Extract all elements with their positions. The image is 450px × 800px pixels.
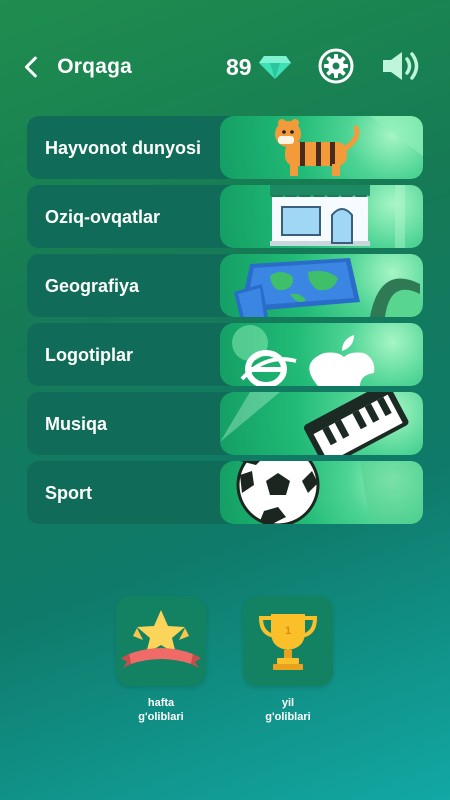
settings-button[interactable] [318,48,354,84]
yearly-winners-tile: 1 [243,596,333,686]
category-hayvonot-dunyosi[interactable]: Hayvonot dunyosi [27,116,423,179]
gear-icon [318,48,354,84]
sound-toggle[interactable] [380,48,422,84]
category-label: Logotiplar [45,344,133,365]
awards-section: hafta g'oliblari 1 yil g'oliblari [0,596,450,736]
svg-text:1: 1 [285,625,291,637]
speaker-icon [383,52,419,80]
coin-count: 89 [226,53,252,80]
category-label: Oziq-ovqatlar [45,206,161,227]
category-label: Geografiya [45,275,140,296]
label-line: g'oliblari [265,711,311,723]
category-oziq-ovqatlar[interactable]: Oziq-ovqatlar [27,185,423,248]
label-line: hafta [147,697,175,709]
star-ribbon-icon [121,610,201,668]
category-geografiya[interactable]: Geografiya [27,254,423,317]
diamond-icon [258,56,291,79]
category-list: Hayvonot dunyosi Oziq-ovqatlar Geografiy… [27,116,423,530]
back-button[interactable]: Orqaga [22,50,132,84]
shop-icon [220,185,423,248]
category-logotiplar[interactable]: Logotiplar [27,323,423,386]
top-bar: Orqaga 89 [0,0,450,130]
soccer-ball-icon [220,461,423,524]
back-arrow-icon [24,56,37,78]
label-line: yil [281,697,295,709]
trophy-icon: 1 [258,614,318,670]
label-line: g'oliblari [138,711,184,723]
map-icon [220,254,423,317]
weekly-winners-button[interactable]: hafta g'oliblari [116,596,206,724]
tiger-icon [220,116,423,179]
back-label: Orqaga [57,55,132,78]
category-musiqa[interactable]: Musiqa [27,392,423,455]
yearly-winners-button[interactable]: 1 yil g'oliblari [243,596,333,724]
weekly-winners-label: hafta g'oliblari [116,696,206,724]
logos-icon [220,323,423,386]
category-label: Sport [45,482,92,503]
category-label: Hayvonot dunyosi [45,137,202,158]
category-label: Musiqa [45,413,108,434]
category-sport[interactable]: Sport [27,461,423,524]
weekly-winners-tile [116,596,206,686]
yearly-winners-label: yil g'oliblari [243,696,333,724]
piano-icon [220,392,423,455]
coin-counter: 89 [226,50,292,84]
